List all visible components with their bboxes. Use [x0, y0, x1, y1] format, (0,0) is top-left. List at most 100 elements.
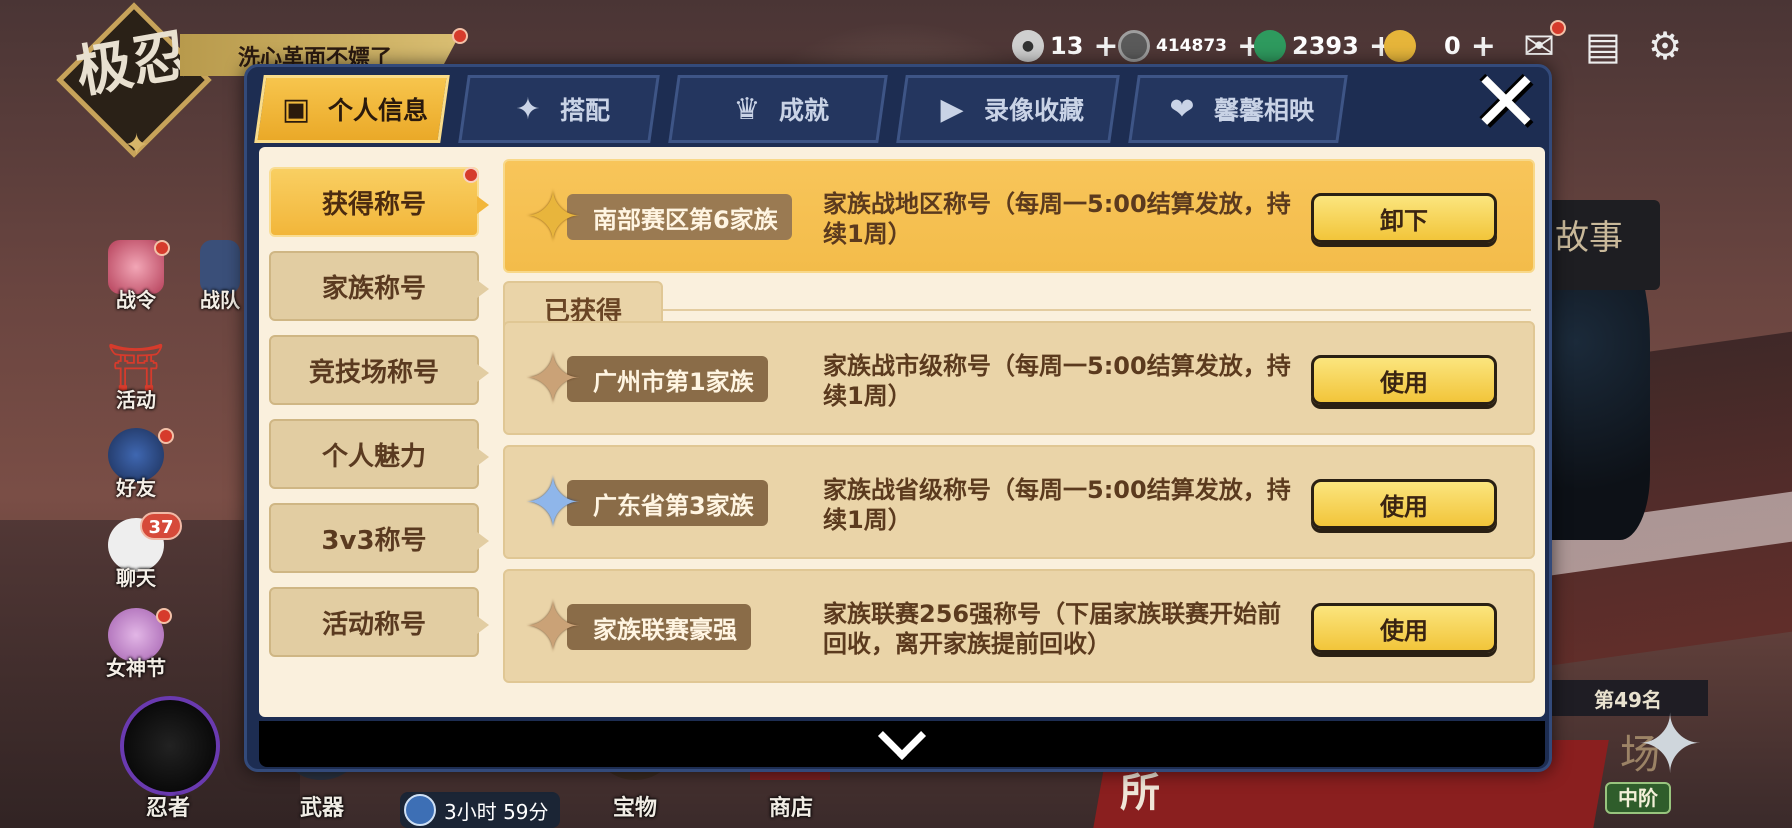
section-divider — [663, 309, 1531, 311]
bottom-ninja[interactable]: 忍者 — [108, 690, 228, 828]
tab-outfit[interactable]: ✦ 搭配 — [458, 75, 660, 143]
bronze-emblem-icon: ✦ — [523, 586, 583, 668]
notification-dot — [154, 240, 170, 256]
sidebar-item-events[interactable]: ⛩ 活动 — [96, 340, 176, 424]
add-icon[interactable]: + — [1093, 29, 1118, 64]
play-icon: ▶ — [940, 91, 964, 127]
title-row: 广东省第3家族 ✦ 家族战省级称号（每周一5:00结算发放，持续1周） 使用 — [503, 445, 1535, 559]
hearts-icon: ❤ — [1169, 91, 1195, 127]
category-label: 获得称号 — [321, 189, 426, 220]
unread-count-badge: 37 — [140, 512, 182, 540]
event-timer: 3小时 59分 — [400, 792, 560, 828]
category-charm[interactable]: 个人魅力 — [269, 419, 489, 489]
notification-dot — [463, 167, 479, 183]
sidebar-item-label: 女神节 — [106, 656, 166, 680]
arrow-right-icon — [477, 280, 489, 298]
title-name: 广州市第1家族 — [593, 367, 754, 396]
title-description: 家族联赛256强称号（下届家族联赛开始前回收，离开家族提前回收） — [823, 600, 1282, 658]
bronze-emblem-icon: ✦ — [523, 338, 583, 420]
close-icon[interactable]: ✕ — [1470, 60, 1542, 144]
bottom-item-label: 宝物 — [612, 796, 657, 821]
tab-label: 搭配 — [559, 96, 610, 125]
gold-emblem-icon: ✦ — [523, 176, 583, 258]
jade-icon — [1254, 30, 1286, 62]
shuriken-icon: ✦ — [515, 91, 541, 127]
tab-companions[interactable]: ❤ 馨馨相映 — [1128, 75, 1348, 143]
resource-jade[interactable]: 2393 + — [1254, 28, 1394, 64]
category-obtained-titles[interactable]: 获得称号 — [269, 167, 489, 237]
gourd-icon — [1384, 30, 1416, 62]
sidebar-item-friends[interactable]: 好友 — [96, 428, 176, 512]
resource-value: 13 — [1050, 32, 1084, 60]
title-description: 家族战市级称号（每周一5:00结算发放，持续1周） — [823, 352, 1291, 410]
rank-star-icon[interactable]: ✦ — [1620, 700, 1720, 790]
sidebar-item-label: 好友 — [116, 476, 156, 500]
use-title-button[interactable]: 使用 — [1311, 355, 1497, 405]
resource-value: 2393 — [1292, 32, 1359, 60]
chevron-down-icon[interactable] — [877, 711, 927, 761]
timer-text: 3小时 59分 — [444, 799, 549, 824]
title-row: 家族联赛豪强 ✦ 家族联赛256强称号（下届家族联赛开始前回收，离开家族提前回收… — [503, 569, 1535, 683]
rice-ball-icon: ● — [1012, 30, 1044, 62]
tab-label: 录像收藏 — [983, 96, 1084, 125]
sidebar-item-team[interactable]: 战队 — [190, 240, 250, 324]
unequip-button[interactable]: 卸下 — [1311, 193, 1497, 243]
titles-panel: 获得称号 家族称号 竞技场称号 个人魅力 3v3称号 活动称号 南部赛区第6家族 — [259, 147, 1545, 717]
arrow-right-icon — [477, 364, 489, 382]
resource-value: 0 — [1444, 32, 1461, 60]
coin-icon — [1118, 30, 1150, 62]
story-scroll-label: 故事 — [1555, 218, 1623, 258]
category-label: 活动称号 — [321, 609, 426, 640]
resource-value: 414873 — [1156, 36, 1227, 56]
blue-emblem-icon: ✦ — [523, 462, 583, 544]
sidebar-item-label: 战令 — [116, 288, 156, 312]
trophy-icon: ♛ — [733, 91, 761, 127]
notification-dot — [156, 608, 172, 624]
tab-achievements[interactable]: ♛ 成就 — [668, 75, 888, 143]
arrow-right-icon — [477, 616, 489, 634]
tab-replays[interactable]: ▶ 录像收藏 — [896, 75, 1120, 143]
title-name: 家族联赛豪强 — [593, 615, 737, 644]
sidebar-item-battle-pass[interactable]: 战令 — [96, 240, 176, 324]
game-logo: 极忍 ✦ — [56, 2, 212, 163]
tab-profile[interactable]: ▣ 个人信息 — [254, 75, 450, 143]
scroll-more-bar[interactable] — [259, 711, 1545, 767]
title-name: 广东省第3家族 — [593, 491, 754, 520]
use-title-button[interactable]: 使用 — [1311, 479, 1497, 529]
profile-card-icon: ▣ — [281, 91, 311, 127]
profile-modal: ▣ 个人信息 ✦ 搭配 ♛ 成就 ▶ 录像收藏 ❤ 馨馨相映 获得称号 家族称号… — [244, 64, 1552, 772]
title-description: 家族战省级称号（每周一5:00结算发放，持续1周） — [823, 476, 1291, 534]
resource-coin[interactable]: 414873 + — [1118, 28, 1262, 64]
sidebar-item-goddess-festival[interactable]: 女神节 — [96, 608, 176, 692]
resource-rice[interactable]: ● 13 + — [1012, 28, 1119, 64]
title-name-tag: 家族联赛豪强 — [567, 604, 751, 650]
clock-icon — [404, 794, 436, 826]
equipped-title-row: 南部赛区第6家族 ✦ 家族战地区称号（每周一5:00结算发放，持续1周） 卸下 — [503, 159, 1535, 273]
category-arena-titles[interactable]: 竞技场称号 — [269, 335, 489, 405]
bottom-item-label: 忍者 — [145, 796, 190, 821]
sidebar-item-chat[interactable]: 聊天 37 — [96, 512, 182, 602]
gift-box-icon[interactable]: ▤ — [1578, 22, 1628, 70]
rank-level-badge: 中阶 — [1605, 782, 1671, 814]
category-label: 家族称号 — [321, 273, 426, 304]
tab-label: 馨馨相映 — [1213, 96, 1314, 125]
bottom-item-label: 武器 — [299, 796, 344, 821]
sparkle-icon: ✦ — [124, 128, 150, 163]
category-event-titles[interactable]: 活动称号 — [269, 587, 489, 657]
title-name-tag: 广东省第3家族 — [567, 480, 768, 526]
notification-dot — [158, 428, 174, 444]
tab-label: 个人信息 — [327, 96, 428, 125]
title-name-tag: 广州市第1家族 — [567, 356, 768, 402]
title-name-tag: 南部赛区第6家族 — [567, 194, 792, 240]
sidebar-item-label: 聊天 — [116, 566, 156, 590]
sidebar-item-label: 战队 — [200, 288, 240, 312]
gear-icon[interactable]: ⚙ — [1640, 22, 1690, 70]
title-row: 广州市第1家族 ✦ 家族战市级称号（每周一5:00结算发放，持续1周） 使用 — [503, 321, 1535, 435]
category-label: 个人魅力 — [321, 441, 426, 472]
arrow-right-icon — [477, 448, 489, 466]
category-label: 竞技场称号 — [308, 357, 439, 388]
tab-label: 成就 — [778, 96, 829, 125]
category-3v3-titles[interactable]: 3v3称号 — [269, 503, 489, 573]
category-family-titles[interactable]: 家族称号 — [269, 251, 489, 321]
use-title-button[interactable]: 使用 — [1311, 603, 1497, 653]
